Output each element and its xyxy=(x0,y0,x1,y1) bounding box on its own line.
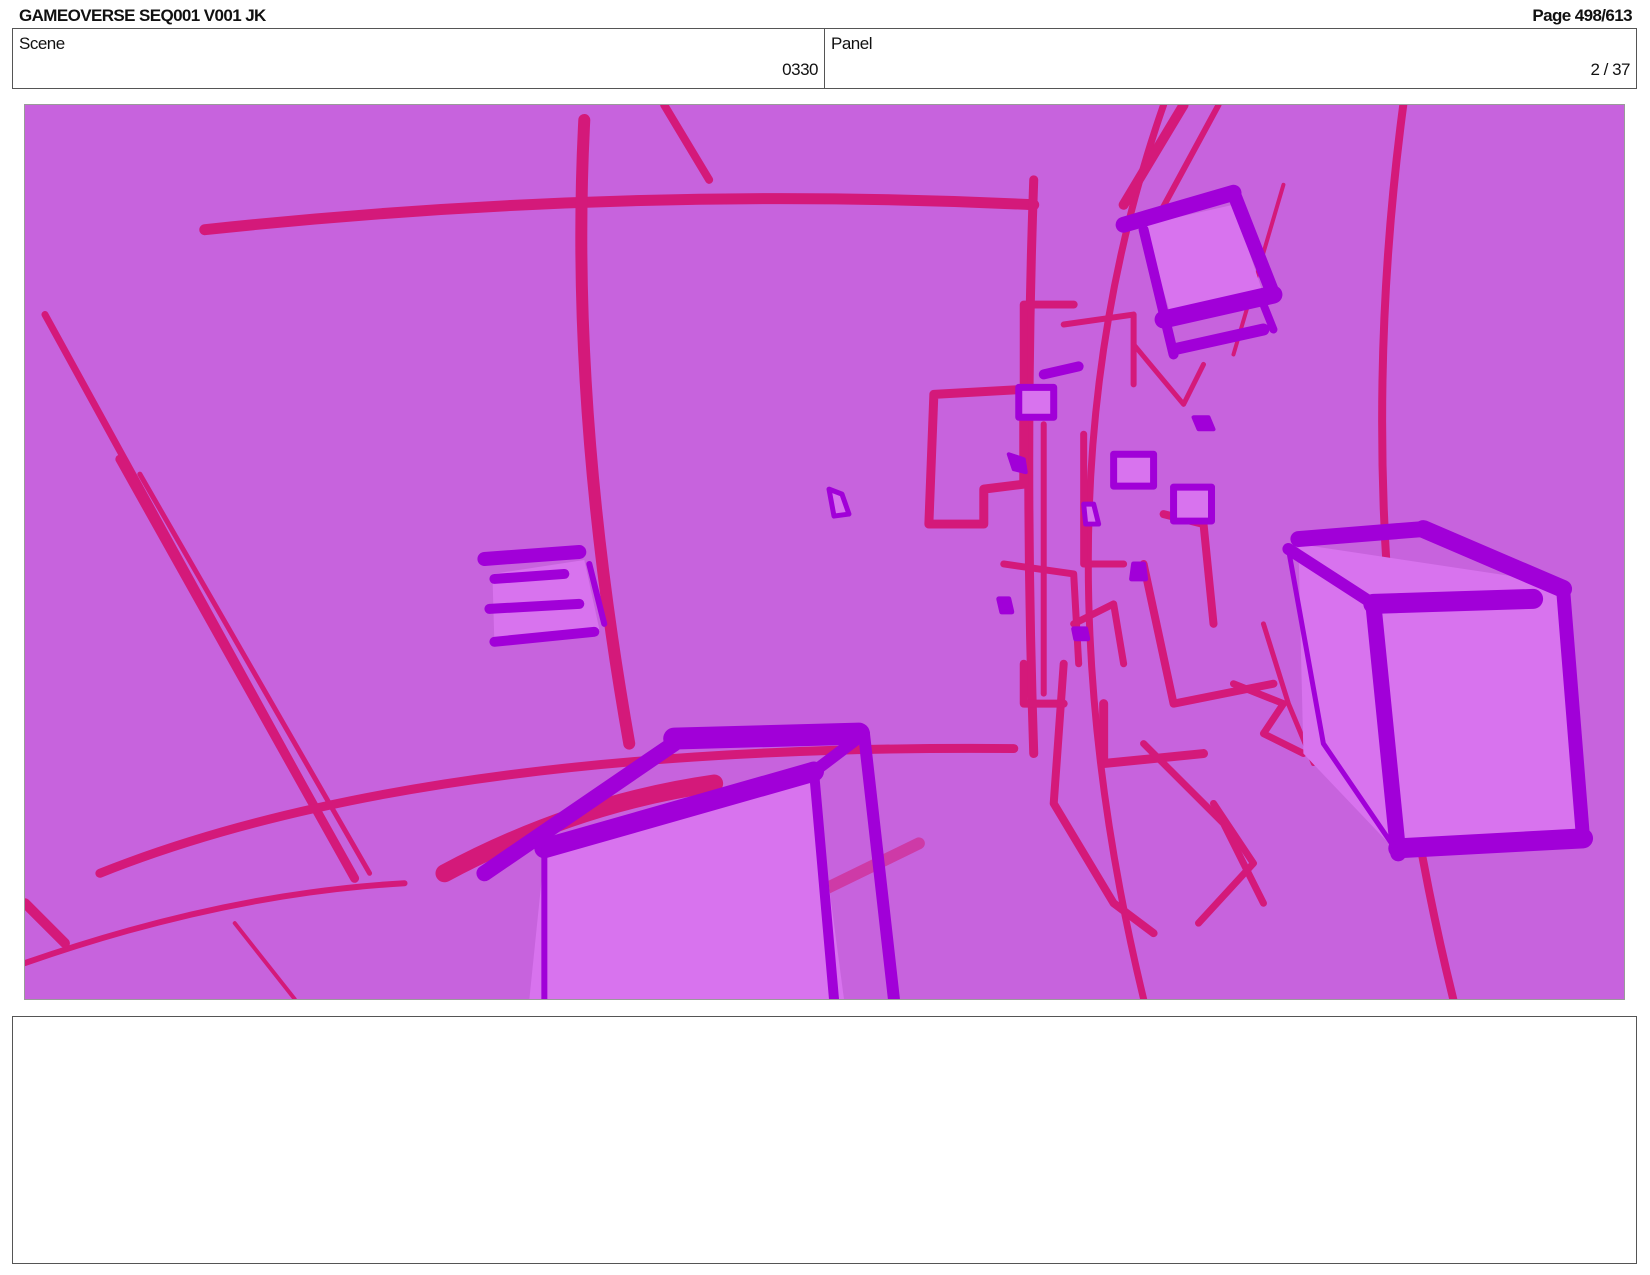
storyboard-frame xyxy=(24,104,1625,1000)
document-title: GAMEOVERSE SEQ001 V001 JK xyxy=(19,6,266,25)
notes-box xyxy=(12,1016,1637,1264)
scene-panel-info: Scene 0330 Panel 2 / 37 xyxy=(12,28,1637,89)
panel-cell: Panel 2 / 37 xyxy=(825,29,1636,88)
panel-label: Panel xyxy=(831,34,872,53)
page-number: Page 498/613 xyxy=(1532,6,1632,25)
scene-cell: Scene 0330 xyxy=(13,29,825,88)
scene-label: Scene xyxy=(19,34,65,53)
panel-number: 2 / 37 xyxy=(1590,60,1630,79)
storyboard-sketch xyxy=(25,105,1624,999)
scene-number: 0330 xyxy=(782,60,818,79)
